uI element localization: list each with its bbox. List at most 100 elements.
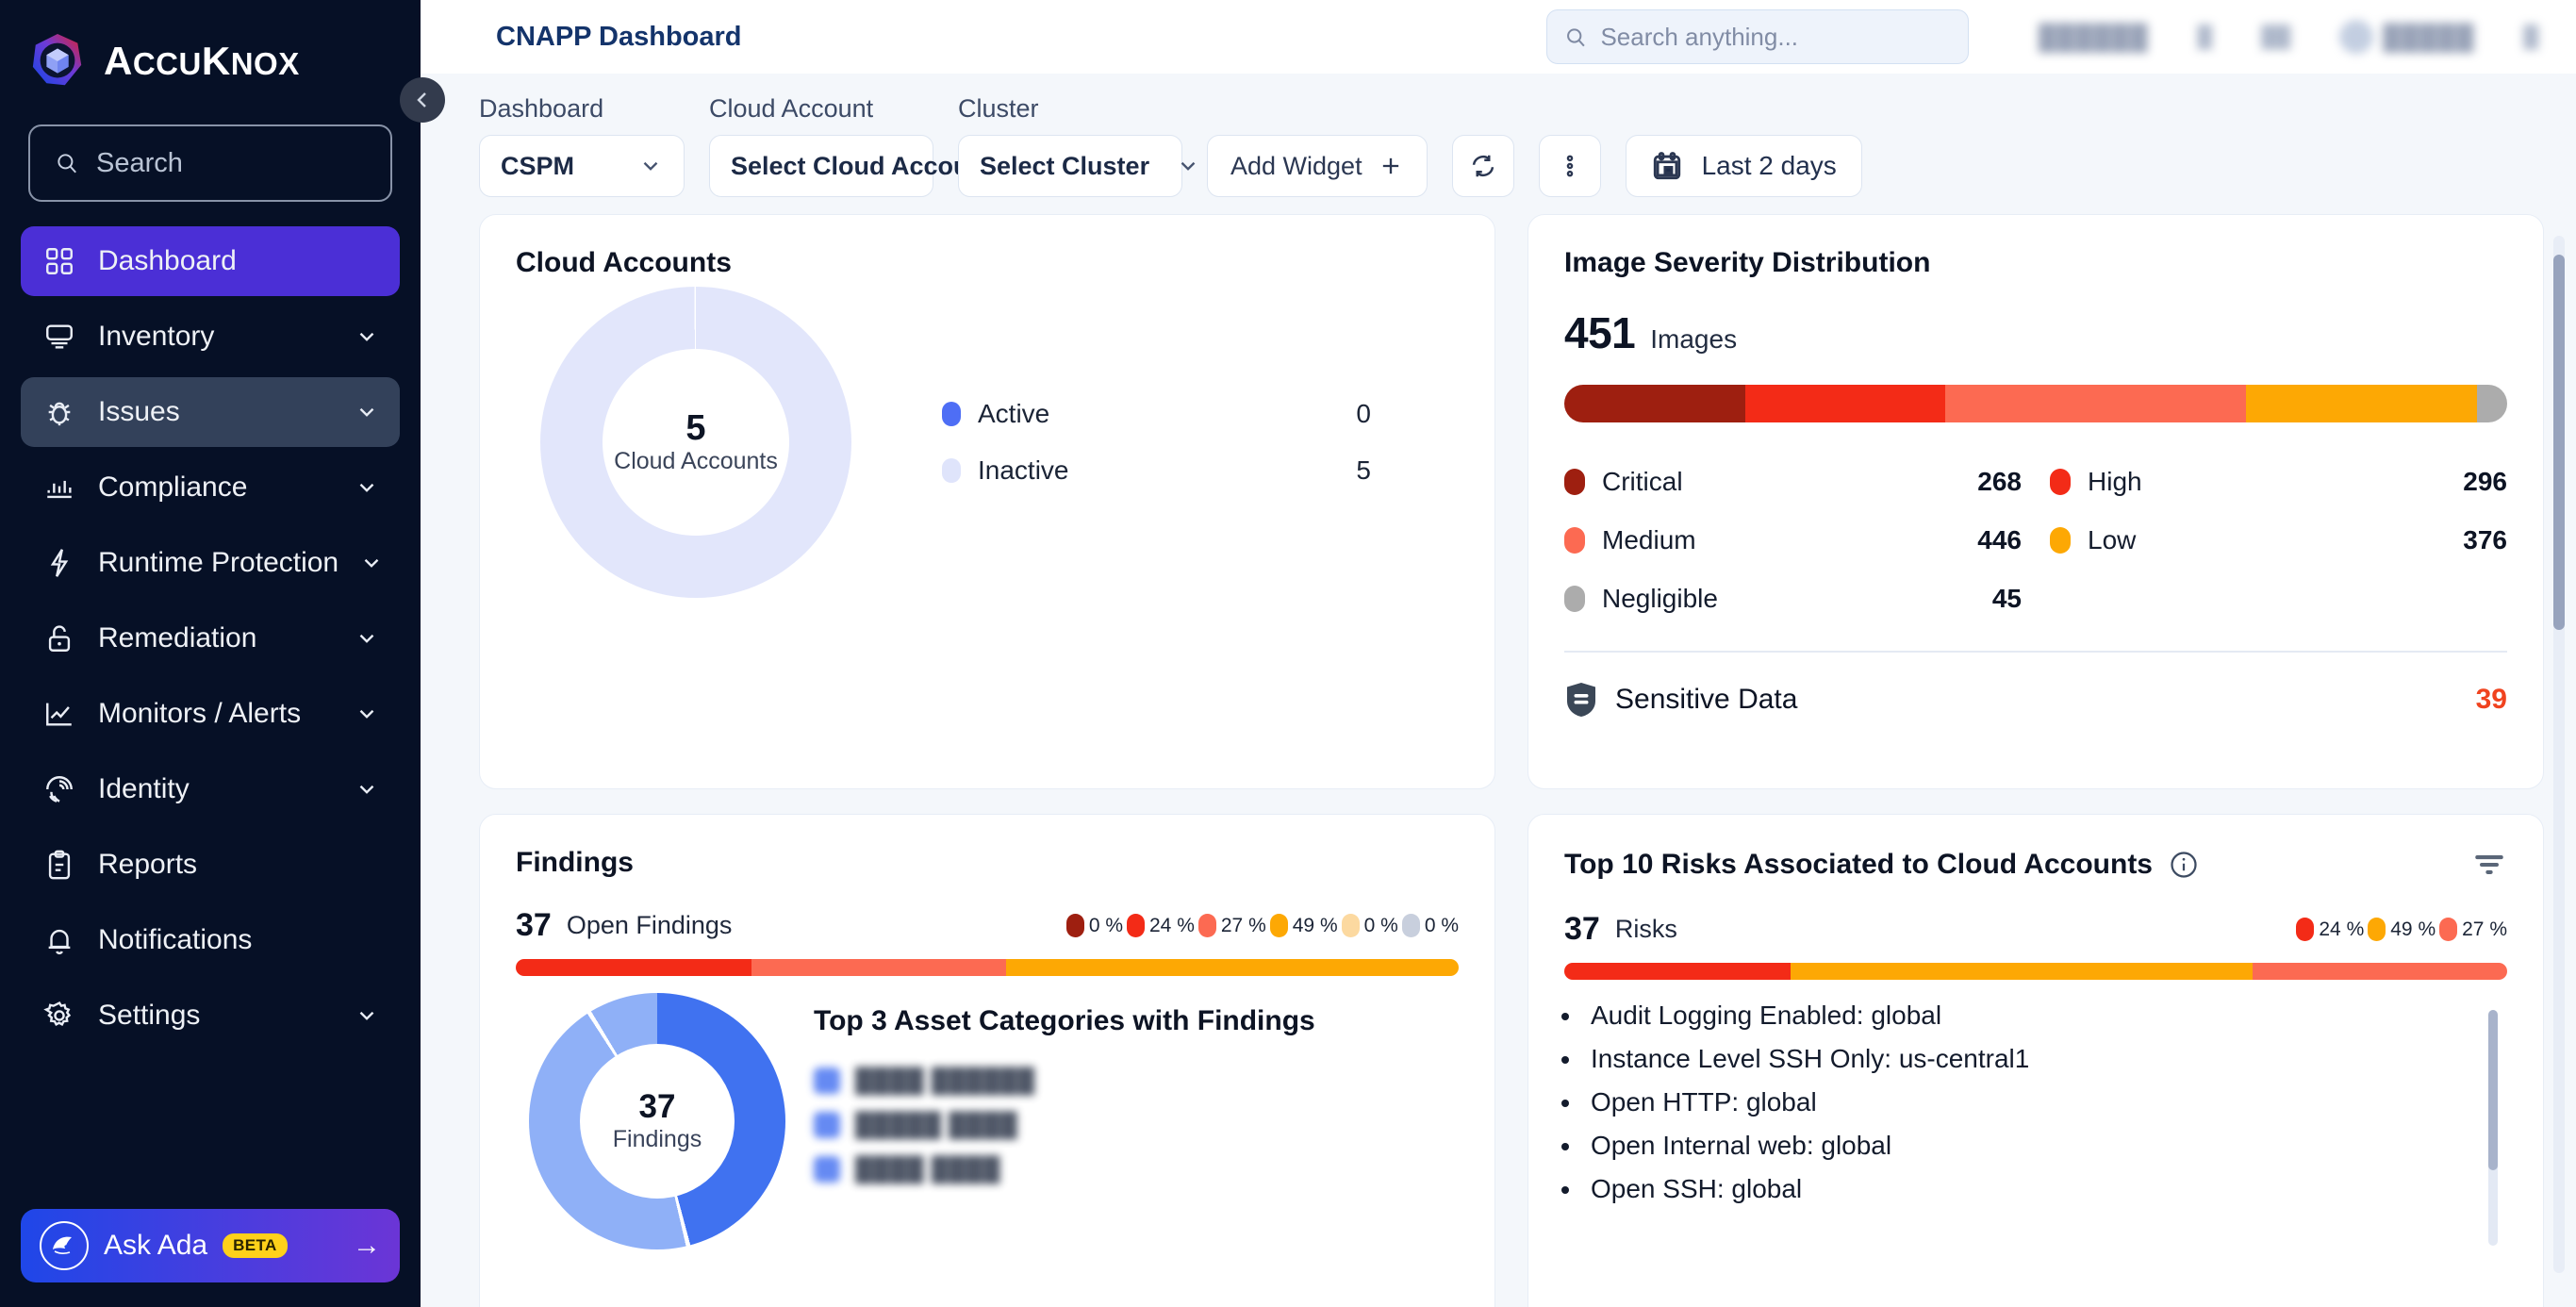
pct-item[interactable]: 24 % [2296,918,2364,941]
chevron-down-icon [355,702,379,726]
list-item[interactable]: Instance Level SSH Only: us-central1 [1583,1044,2507,1074]
sidebar-item-dashboard[interactable]: Dashboard [21,226,400,296]
pct-label: 27 % [1220,914,1266,936]
search-icon [58,154,76,174]
topbar-item-redacted-1[interactable]: █ [2198,25,2213,49]
pct-item[interactable]: 49 % [1269,914,1338,937]
category-color-swatch [814,1156,840,1183]
findings-donut-caption: Findings [612,1125,702,1152]
tenant-name-redacted[interactable]: ██████ [2039,23,2149,52]
pct-label: 49 % [1292,914,1338,936]
shield-icon [1564,681,1598,719]
legend-color-swatch [1564,527,1585,554]
date-range-button[interactable]: Last 2 days [1625,135,1862,197]
chevron-down-icon [355,1003,379,1028]
card-image-severity-distribution: Image Severity Distribution 451 Images C… [1527,214,2544,789]
list-item[interactable]: ████ ████ [814,1156,1459,1183]
sidebar-collapse-button[interactable] [400,77,445,123]
legend-item-high[interactable]: High 296 [2050,455,2507,509]
legend-color-swatch [1401,914,1420,937]
legend-item-negligible[interactable]: Negligible 45 [1564,571,2022,626]
list-item[interactable]: ████ ██████ [814,1067,1459,1095]
legend-item-low[interactable]: Low 376 [2050,513,2507,568]
sidebar-item-settings[interactable]: Settings [21,981,400,1051]
pct-item[interactable]: 24 % [1127,914,1195,937]
sensitive-data-row[interactable]: Sensitive Data 39 [1564,681,2507,719]
pct-item[interactable]: 0 % [1401,914,1459,937]
pct-item[interactable]: 0 % [1065,914,1123,937]
dashboard-select[interactable]: CSPM [479,135,685,197]
more-options-button[interactable] [1538,135,1601,197]
chevron-down-icon [1181,161,1196,171]
cluster-select[interactable]: Select Cluster [958,135,1196,197]
legend-color-swatch [2368,918,2386,941]
sidebar-item-issues[interactable]: Issues [21,377,400,447]
beta-badge: BETA [223,1233,288,1258]
add-widget-button[interactable]: Add Widget [1207,135,1428,197]
sidebar-item-label: Monitors / Alerts [98,698,302,729]
sidebar-item-monitors-alerts[interactable]: Monitors / Alerts [21,679,400,749]
cloud-account-select[interactable]: Select Cloud Account [709,135,1039,197]
pct-item[interactable]: 27 % [2439,918,2507,941]
pct-item[interactable]: 27 % [1197,914,1266,937]
info-icon[interactable] [2170,851,2198,879]
sidebar-item-notifications[interactable]: Notifications [21,905,400,975]
sidebar-item-identity[interactable]: Identity [21,754,400,824]
risk-list-scrollbar-thumb[interactable] [2488,1010,2498,1170]
sidebar-item-reports[interactable]: Reports [21,830,400,900]
cloud-accounts-donut-chart: 5 Cloud Accounts [540,287,851,598]
legend-value: 0 [1356,399,1371,428]
dashboard-grid: Cloud Accounts 5 Cloud Accounts Active 0… [421,214,2576,1307]
sidebar-search[interactable] [28,124,392,202]
list-item[interactable]: Audit Logging Enabled: global [1583,1001,2507,1031]
sidebar-search-input[interactable] [96,147,366,179]
legend-label: Medium [1602,525,1696,554]
top-risks-stacked-bar [1564,963,2507,980]
calendar-icon [1653,152,1680,180]
image-severity-title: Image Severity Distribution [1564,247,1931,278]
top-risks-list: Audit Logging Enabled: global Instance L… [1564,1001,2507,1246]
sidebar-item-runtime-protection[interactable]: Runtime Protection [21,528,400,598]
legend-item[interactable]: Inactive 5 [942,442,1371,499]
page-scrollbar-thumb[interactable] [2553,255,2565,630]
filter-icon[interactable] [2471,847,2507,883]
legend-color-swatch [2050,469,2071,495]
global-search-input[interactable] [1600,22,1951,52]
legend-color-swatch [1564,586,1585,612]
sidebar-item-remediation[interactable]: Remediation [21,604,400,673]
brand[interactable]: ACCUKNOX [0,0,421,91]
sidebar-item-label: Settings [98,1000,201,1031]
sidebar-item-label: Remediation [98,622,257,654]
findings-segment-medium [751,959,1006,976]
list-item[interactable]: Open Internal web: global [1583,1131,2507,1161]
global-search[interactable] [1545,9,1969,64]
legend-item[interactable]: Active 0 [942,386,1371,442]
pct-item[interactable]: 0 % [1341,914,1398,937]
list-item[interactable]: Open SSH: global [1583,1174,2507,1204]
cloud-accounts-donut-caption: Cloud Accounts [614,448,778,475]
list-item[interactable]: Open HTTP: global [1583,1087,2507,1117]
legend-value: 268 [1977,467,2022,496]
sidebar: ACCUKNOX Dashboard Inventory [0,0,421,1307]
user-profile-redacted[interactable]: █████ [2339,20,2474,54]
legend-label: Active [978,399,1050,428]
refresh-button[interactable] [1451,135,1514,197]
list-item[interactable]: █████ ████ [814,1112,1459,1139]
bug-icon [41,394,77,430]
sidebar-item-label: Notifications [98,924,253,955]
bolt-icon [41,545,77,581]
pct-item[interactable]: 49 % [2368,918,2436,941]
ask-ada-button[interactable]: Ask Ada BETA → [21,1209,400,1282]
cloud-accounts-legend: Active 0 Inactive 5 [942,386,1371,499]
category-label: ████ ████ [855,1155,1001,1183]
sidebar-item-inventory[interactable]: Inventory [21,302,400,372]
topbar-item-redacted-3[interactable]: █ [2523,25,2538,49]
cluster-select-value: Select Cluster [980,151,1150,180]
legend-item-medium[interactable]: Medium 446 [1564,513,2022,568]
sidebar-item-compliance[interactable]: Compliance [21,453,400,522]
topbar-item-redacted-2[interactable]: ██ [2261,25,2290,49]
bar-chart-icon [41,470,77,505]
legend-item-critical[interactable]: Critical 268 [1564,455,2022,509]
legend-color-swatch [2296,918,2315,941]
filter-bar: Dashboard CSPM Cloud Account Select Clou… [421,74,2576,214]
